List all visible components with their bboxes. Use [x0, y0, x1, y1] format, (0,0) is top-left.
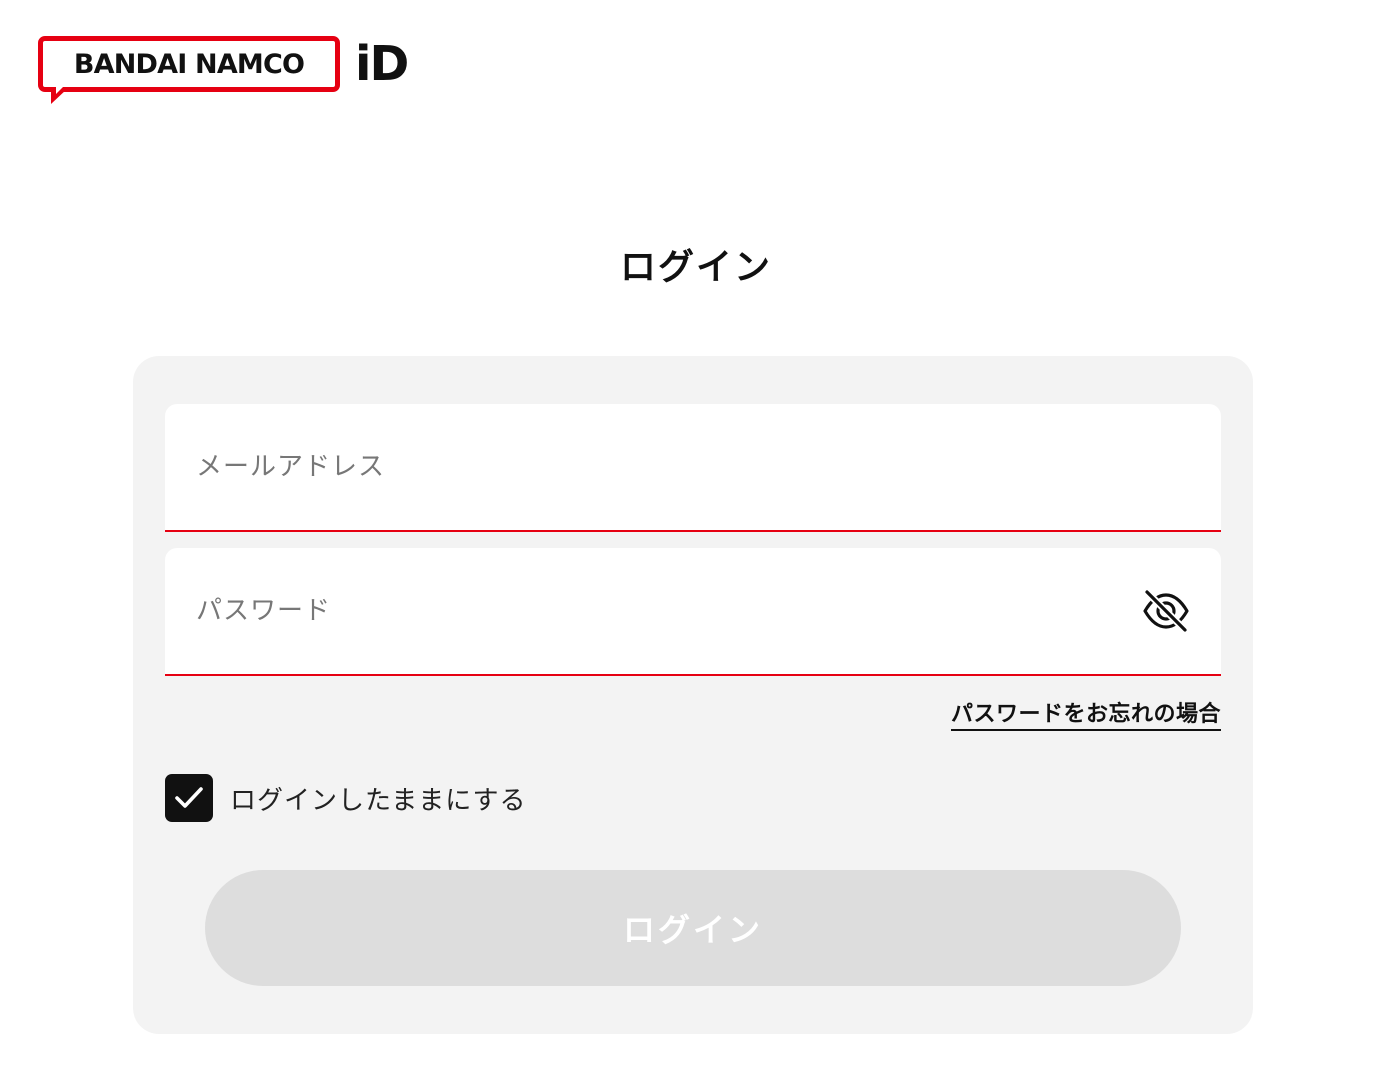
- remember-me-option[interactable]: ログインしたままにする: [165, 774, 526, 822]
- login-card: パスワードをお忘れの場合 ログインしたままにする ログイン: [133, 356, 1253, 1034]
- password-field-container: [165, 548, 1221, 676]
- email-field[interactable]: [165, 404, 1221, 530]
- password-field[interactable]: [165, 548, 1221, 674]
- logo-frame: BANDAI NAMCO: [38, 36, 340, 104]
- remember-me-checkbox[interactable]: [165, 774, 213, 822]
- forgot-password-link[interactable]: パスワードをお忘れの場合: [950, 696, 1221, 731]
- email-field-container: [165, 404, 1221, 532]
- bandai-namco-id-logo[interactable]: BANDAI NAMCO iD: [38, 36, 409, 104]
- eye-slash-icon: [1143, 589, 1189, 633]
- page-title: ログイン: [619, 247, 772, 288]
- remember-me-label: ログインしたままにする: [230, 785, 527, 816]
- toggle-password-visibility-button[interactable]: [1141, 588, 1191, 634]
- logo-speech-tail-inner: [56, 87, 63, 94]
- logo-text: BANDAI NAMCO: [73, 48, 305, 80]
- checkmark-icon: [175, 787, 203, 808]
- login-button[interactable]: ログイン: [205, 870, 1181, 986]
- logo-suffix: iD: [355, 36, 409, 92]
